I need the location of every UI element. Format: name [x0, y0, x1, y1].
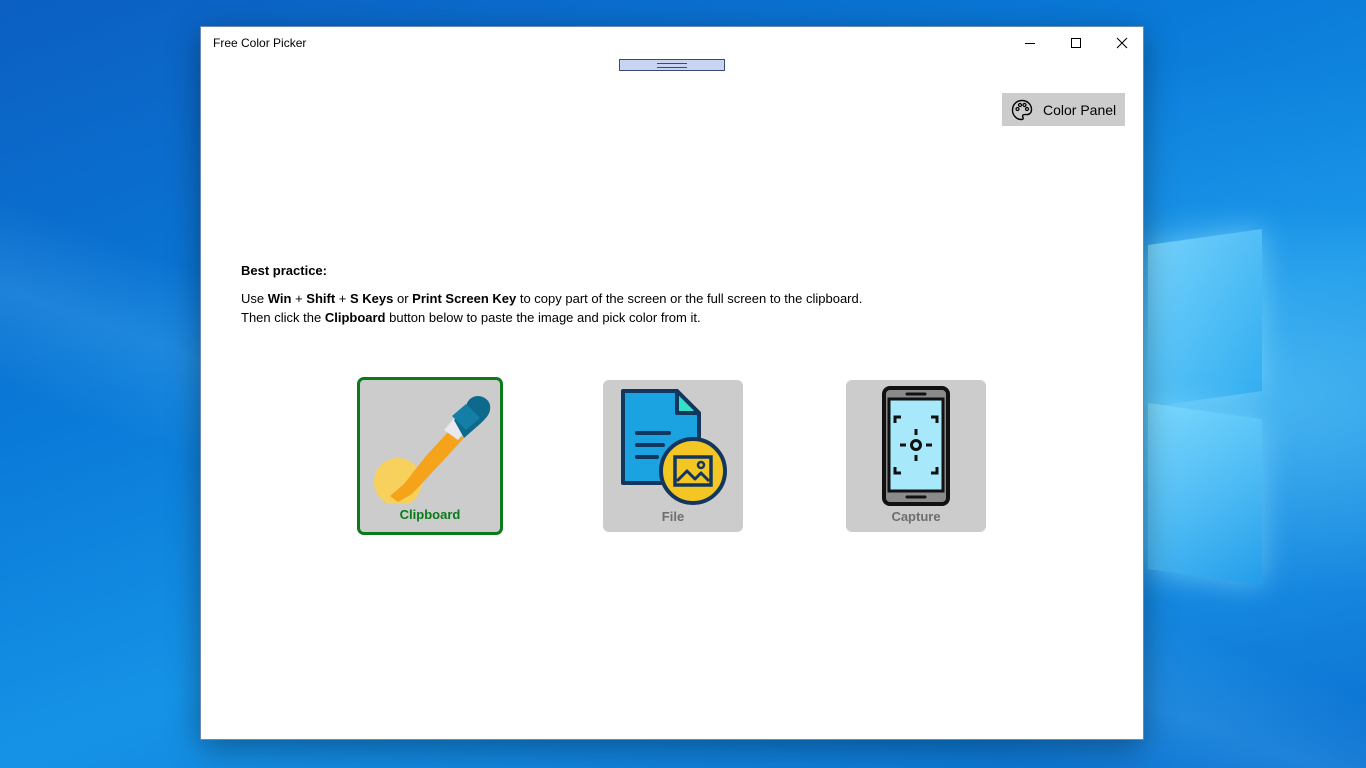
close-icon — [1116, 37, 1128, 49]
best-practice-line-2: Then click the Clipboard button below to… — [241, 310, 701, 325]
maximize-icon — [1071, 38, 1081, 48]
minimize-icon — [1025, 43, 1035, 44]
file-button[interactable]: File — [603, 380, 743, 532]
best-practice-line-1: Use Win + Shift + S Keys or Print Screen… — [241, 291, 863, 306]
capture-label: Capture — [891, 509, 941, 524]
palette-icon — [1011, 99, 1033, 120]
title-bar[interactable]: Free Color Picker — [201, 27, 1143, 59]
phone-camera-icon — [882, 386, 950, 506]
app-window: Free Color Picker Color Panel Best pract… — [200, 26, 1144, 740]
grip-lines-icon — [657, 62, 687, 68]
clipboard-button[interactable]: Clipboard — [357, 377, 503, 535]
file-label: File — [661, 509, 685, 524]
windows-logo — [1140, 225, 1266, 586]
color-panel-label: Color Panel — [1043, 101, 1117, 118]
maximize-button[interactable] — [1053, 27, 1099, 59]
clipboard-label: Clipboard — [399, 507, 461, 522]
drag-handle[interactable] — [619, 59, 725, 71]
window-title: Free Color Picker — [213, 36, 307, 50]
capture-button[interactable]: Capture — [846, 380, 986, 532]
close-button[interactable] — [1099, 27, 1145, 59]
eyedropper-icon — [374, 396, 491, 504]
best-practice-heading: Best practice: — [241, 263, 327, 278]
color-panel-button[interactable]: Color Panel — [1002, 93, 1125, 126]
minimize-button[interactable] — [1007, 27, 1053, 59]
image-file-icon — [621, 389, 727, 505]
